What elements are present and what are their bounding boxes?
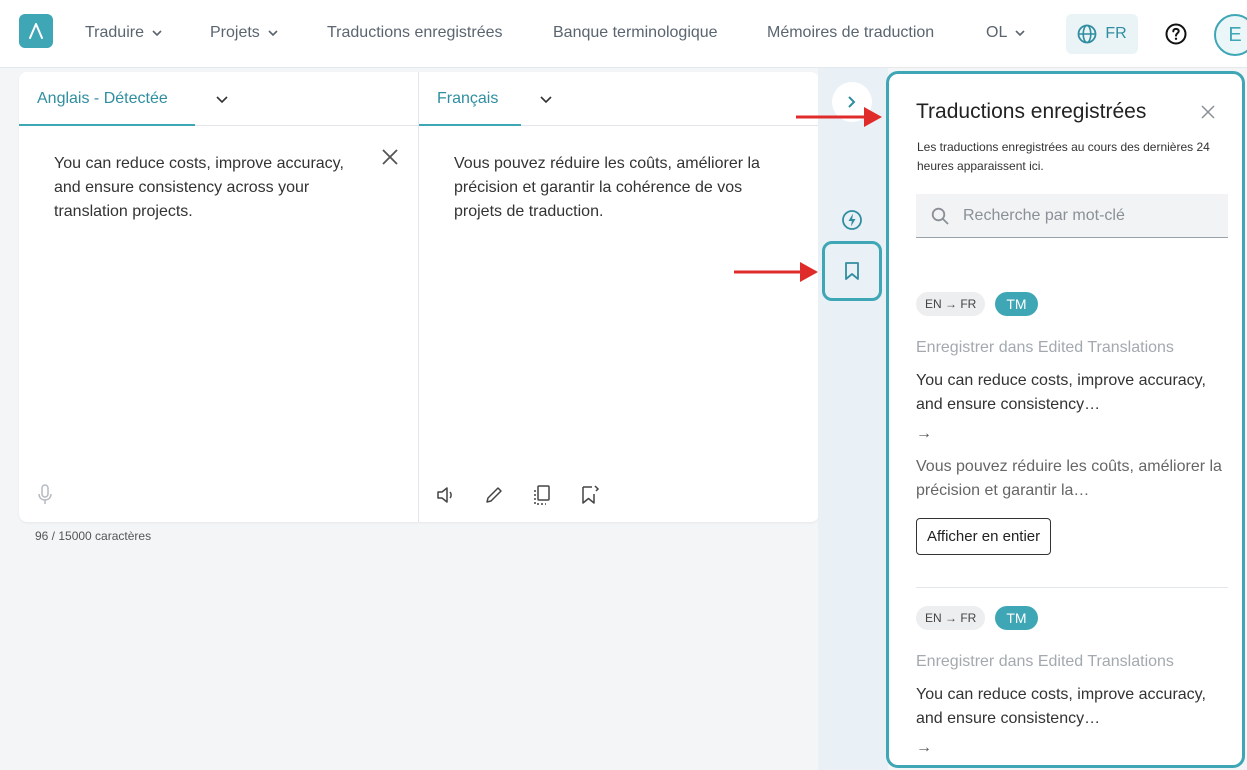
close-icon[interactable] (1201, 105, 1215, 119)
source-text[interactable]: You can reduce costs, improve accuracy, … (54, 152, 374, 224)
nav-translation-memories[interactable]: Mémoires de traduction (767, 24, 934, 42)
saved-translation-entry: EN → FR TM Enregistrer dans Edited Trans… (916, 291, 1228, 555)
close-icon[interactable] (381, 148, 399, 166)
source-tab-indicator (19, 124, 195, 126)
annotation-arrow-icon (796, 107, 882, 127)
target-language-tab[interactable]: Français (437, 90, 498, 108)
microphone-icon[interactable] (37, 484, 53, 506)
annotation-arrow-icon (734, 262, 818, 282)
nav-term-bank[interactable]: Banque terminologique (553, 24, 718, 42)
nav-projects[interactable]: Projets (210, 24, 278, 42)
target-toolbar (435, 484, 601, 506)
pencil-icon[interactable] (483, 484, 505, 506)
saved-translations-panel: Traductions enregistrées Les traductions… (886, 71, 1245, 768)
entry-arrow: → (916, 425, 932, 442)
chevron-down-icon (1015, 29, 1025, 36)
panel-title: Traductions enregistrées (916, 100, 1147, 123)
entry-target-text: Vous pouvez réduire les coûts, améliorer… (916, 458, 1222, 499)
translation-editor: Anglais - Détectée You can reduce costs,… (19, 72, 819, 522)
entry-tags: EN → FR TM (916, 605, 1228, 631)
top-navigation-bar: Traduire Projets Traductions enregistrée… (0, 0, 1247, 68)
interface-language-button[interactable]: FR (1066, 14, 1138, 54)
nav-term-bank-label: Banque terminologique (553, 24, 718, 41)
saved-translations-button[interactable] (822, 241, 882, 301)
user-avatar[interactable]: E (1214, 14, 1247, 56)
bolt-icon[interactable] (841, 209, 863, 231)
entry-arrow: → (916, 739, 932, 756)
copy-icon[interactable] (531, 484, 553, 506)
keyword-search (916, 194, 1228, 238)
saved-translation-entry: EN → FR TM Enregistrer dans Edited Trans… (916, 605, 1228, 757)
language-pair-badge: EN → FR (916, 292, 986, 316)
bookmark-edit-icon[interactable] (579, 484, 601, 506)
source-language-bar: Anglais - Détectée (19, 72, 418, 126)
nav-org-label: OL (986, 24, 1008, 41)
entry-divider (916, 587, 1228, 588)
nav-translate-label: Traduire (85, 24, 144, 41)
nav-saved-translations[interactable]: Traductions enregistrées (327, 24, 503, 42)
chevron-down-icon[interactable] (216, 96, 228, 104)
chevron-down-icon (152, 29, 162, 36)
nav-translate[interactable]: Traduire (85, 24, 162, 42)
target-tab-indicator (419, 124, 521, 126)
target-text: Vous pouvez réduire les coûts, améliorer… (454, 155, 760, 220)
source-panel: Anglais - Détectée You can reduce costs,… (19, 72, 419, 522)
save-destination: Enregistrer dans Edited Translations (916, 653, 1174, 670)
character-counter: 96 / 15000 caractères (35, 529, 152, 543)
nav-translation-memories-label: Mémoires de traduction (767, 24, 935, 41)
entry-tags: EN → FR TM (916, 291, 1228, 317)
chevron-down-icon[interactable] (540, 96, 552, 104)
language-pair-badge: EN → FR (916, 606, 986, 630)
nav-org-menu[interactable]: OL (986, 24, 1025, 42)
side-rail (818, 68, 888, 770)
logo-icon[interactable] (19, 14, 53, 48)
chevron-down-icon (268, 29, 278, 36)
source-language-tab[interactable]: Anglais - Détectée (37, 90, 168, 108)
bookmark-icon (845, 262, 859, 280)
search-icon (931, 207, 949, 225)
nav-saved-translations-label: Traductions enregistrées (327, 24, 503, 41)
globe-icon (1077, 24, 1097, 44)
keyword-search-input[interactable] (963, 206, 1213, 225)
save-destination: Enregistrer dans Edited Translations (916, 339, 1174, 356)
show-full-button[interactable]: Afficher en entier (916, 518, 1052, 555)
speaker-icon[interactable] (435, 484, 457, 506)
avatar-initial: E (1228, 23, 1242, 46)
entry-source-text: You can reduce costs, improve accuracy, … (916, 372, 1206, 413)
target-language-bar: Français (419, 72, 819, 126)
entry-source-text: You can reduce costs, improve accuracy, … (916, 686, 1206, 727)
interface-language-label: FR (1105, 25, 1127, 42)
panel-description: Les traductions enregistrées au cours de… (917, 140, 1210, 173)
tm-badge: TM (995, 292, 1038, 316)
help-icon[interactable] (1164, 22, 1188, 46)
target-panel: Français Vous pouvez réduire les coûts, … (419, 72, 819, 522)
tm-badge: TM (995, 606, 1038, 630)
nav-projects-label: Projets (210, 24, 260, 41)
